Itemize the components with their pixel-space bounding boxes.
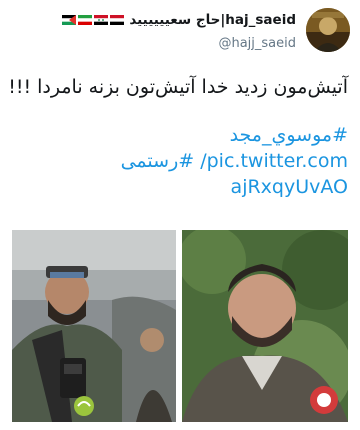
- display-name[interactable]: haj_saeid|حاج سعیییییید: [61, 12, 296, 28]
- hashtag-rostami[interactable]: #رستمی: [121, 150, 195, 172]
- photo-right-image: [182, 230, 348, 422]
- photo-right[interactable]: [182, 230, 348, 422]
- tweet-link[interactable]: pic.twitter.com/: [200, 150, 348, 172]
- tweet-text: آتیش‌مون زدید خدا آتیش‌تون بزنه نامردا !…: [8, 74, 348, 200]
- avatar[interactable]: [306, 8, 350, 52]
- syria-flag-icon: [93, 15, 108, 25]
- media-grid: [12, 230, 348, 422]
- flag-row: [61, 12, 125, 28]
- user-handle[interactable]: @hajj_saeid: [218, 36, 296, 51]
- tweet-card[interactable]: haj_saeid|حاج سعیییییید @hajj_saeid آتیش…: [0, 0, 360, 430]
- display-name-text: haj_saeid|حاج سعیییییید: [129, 12, 296, 28]
- iran-flag-icon: [77, 15, 92, 25]
- photo-left-image: [12, 230, 176, 422]
- tweet-link-continued[interactable]: ajRxqyUvAO: [231, 176, 348, 198]
- tweet-main-text: آتیش‌مون زدید خدا آتیش‌تون بزنه نامردا !…: [8, 76, 348, 98]
- photo-left[interactable]: [12, 230, 176, 422]
- palestine-flag-icon: [61, 15, 76, 25]
- iraq-flag-icon: [109, 15, 124, 25]
- tweet-header: haj_saeid|حاج سعیییییید @hajj_saeid: [40, 6, 350, 62]
- hashtag-mousavi-majd[interactable]: #موسوي_مجد: [230, 124, 348, 146]
